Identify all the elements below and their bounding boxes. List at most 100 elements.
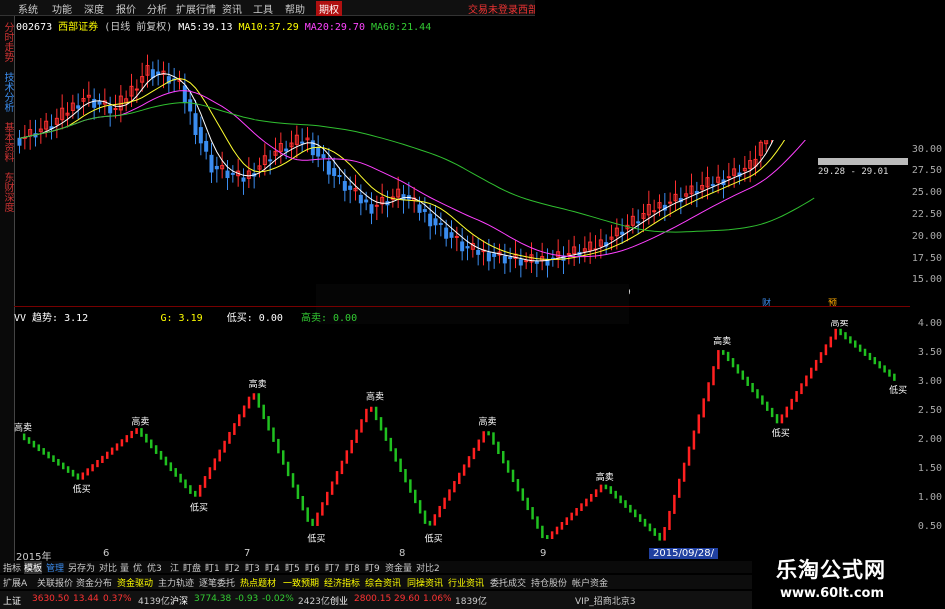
formula-tab[interactable]: 对比: [99, 561, 117, 574]
trend-bar: [502, 451, 505, 464]
formula-tab[interactable]: 量: [120, 561, 129, 574]
sh-index-label[interactable]: 上证: [3, 594, 21, 607]
formula-tab-active[interactable]: 模板: [24, 561, 43, 574]
trend-bar: [37, 444, 41, 452]
candle-body: [524, 260, 529, 263]
formula-tab[interactable]: 指标: [3, 561, 21, 574]
formula-tab[interactable]: 管理: [46, 561, 64, 574]
trend-bar: [379, 417, 383, 431]
formula-tab[interactable]: 盯7: [325, 561, 340, 574]
buy-signal-label: 低买: [772, 427, 790, 439]
watermark-panel: 乐淘公式网 www.60lt.com: [752, 548, 945, 609]
menu-function[interactable]: 功能: [52, 1, 72, 16]
candle-body: [76, 105, 81, 109]
side-tab-timeshare[interactable]: 分时走势: [1, 22, 13, 62]
hs-index-label[interactable]: 沪深: [170, 594, 188, 607]
menu-depth[interactable]: 深度: [84, 1, 104, 16]
trend-bar: [262, 404, 265, 420]
formula-tab[interactable]: 盯盘: [183, 561, 201, 574]
buy-signal-label: 低买: [654, 545, 672, 546]
candle-body: [300, 141, 305, 144]
trend-bar: [492, 432, 495, 445]
trend-bar: [198, 484, 202, 497]
formula-tab[interactable]: 另存为: [68, 561, 95, 574]
formula-tab[interactable]: 盯9: [365, 561, 380, 574]
trend-bar: [443, 497, 446, 509]
trend-bar: [858, 344, 862, 352]
bottom-tab[interactable]: 主力轨迹: [158, 576, 194, 589]
trend-bar: [536, 516, 539, 529]
price-tick: 15.00: [911, 274, 942, 285]
hs-index-percent: -0.02%: [262, 594, 294, 604]
bottom-tab[interactable]: 经济指标: [324, 576, 360, 589]
bottom-tab[interactable]: 逐笔委托: [199, 576, 235, 589]
formula-tab[interactable]: 优: [133, 561, 142, 574]
trend-bar: [374, 406, 378, 421]
trade-login-status[interactable]: 交易未登录: [468, 1, 518, 16]
price-tick: 17.50: [911, 253, 942, 264]
formula-tab[interactable]: 江: [170, 561, 179, 574]
formula-tab[interactable]: 资金量: [385, 561, 412, 574]
trend-bar: [223, 440, 226, 453]
side-tab-technical[interactable]: 技术分析: [1, 72, 13, 112]
trend-bar: [766, 401, 769, 411]
trend-bar: [541, 525, 544, 539]
candle-body: [358, 194, 363, 204]
formula-tab[interactable]: 盯2: [225, 561, 240, 574]
bottom-tab[interactable]: 关联报价: [37, 576, 73, 589]
trend-bar: [174, 468, 177, 477]
bottom-tab[interactable]: 综合资讯: [365, 576, 401, 589]
trend-bar: [810, 367, 813, 379]
trend-bar: [682, 462, 686, 482]
cy-index-label[interactable]: 创业: [330, 594, 348, 607]
side-tab-depth[interactable]: 东财深度: [1, 172, 13, 212]
bottom-tab[interactable]: 资金分布: [76, 576, 112, 589]
menu-quote[interactable]: 报价: [116, 1, 136, 16]
formula-tab[interactable]: 盯3: [245, 561, 260, 574]
candle-body: [508, 256, 513, 260]
bottom-tab[interactable]: 热点题材: [240, 576, 276, 589]
trend-bar: [844, 332, 847, 340]
menu-ext-quote[interactable]: 扩展行情: [176, 1, 216, 16]
event-finance-marker[interactable]: 财: [762, 296, 771, 309]
formula-tab[interactable]: 优3: [147, 561, 162, 574]
bottom-tab[interactable]: 行业资讯: [448, 576, 484, 589]
bottom-tab[interactable]: 资金驱动: [117, 576, 153, 589]
bottom-tab[interactable]: 一致预期: [283, 576, 319, 589]
bottom-tab[interactable]: 持仓股份: [531, 576, 567, 589]
menu-options[interactable]: 期权: [316, 1, 342, 16]
formula-tab[interactable]: 盯1: [205, 561, 220, 574]
indicator-chart[interactable]: 高卖低买高卖低买高卖低买高卖低买高卖低买高卖低买高卖低买高卖低买: [14, 320, 910, 546]
side-tab-fundamental[interactable]: 基本资料: [1, 122, 13, 162]
bottom-tab[interactable]: 帐户资金: [572, 576, 608, 589]
formula-tab[interactable]: 盯4: [265, 561, 280, 574]
trend-bar: [722, 350, 725, 355]
bottom-tab[interactable]: 扩展A: [3, 576, 27, 589]
trend-bar: [624, 500, 627, 508]
buy-signal-label: 低买: [889, 384, 907, 396]
sell-signal-label: 高卖: [131, 415, 149, 427]
menu-help[interactable]: 帮助: [285, 1, 305, 16]
formula-tab[interactable]: 盯8: [345, 561, 360, 574]
formula-tab[interactable]: 盯5: [285, 561, 300, 574]
menu-analysis[interactable]: 分析: [147, 1, 167, 16]
menu-tools[interactable]: 工具: [253, 1, 273, 16]
trend-bar: [673, 494, 676, 514]
formula-tab[interactable]: 盯6: [305, 561, 320, 574]
vip-server[interactable]: VIP_招商北京3: [575, 594, 635, 607]
menu-news[interactable]: 资讯: [222, 1, 242, 16]
trend-bar: [521, 488, 525, 501]
event-forecast-marker[interactable]: 预: [828, 296, 837, 309]
trend-bar: [785, 406, 789, 418]
menu-system[interactable]: 系统: [18, 1, 38, 16]
trend-bar: [770, 407, 774, 418]
sell-signal-label: 高卖: [830, 320, 848, 328]
trend-bar: [409, 479, 412, 493]
bottom-tab[interactable]: 委托成交: [490, 576, 526, 589]
formula-tab[interactable]: 对比2: [416, 561, 440, 574]
trend-bar: [775, 414, 779, 424]
candle-body: [326, 161, 331, 175]
bottom-tab[interactable]: 同操资讯: [407, 576, 443, 589]
trend-bar: [184, 479, 187, 489]
trend-bar: [125, 435, 129, 443]
